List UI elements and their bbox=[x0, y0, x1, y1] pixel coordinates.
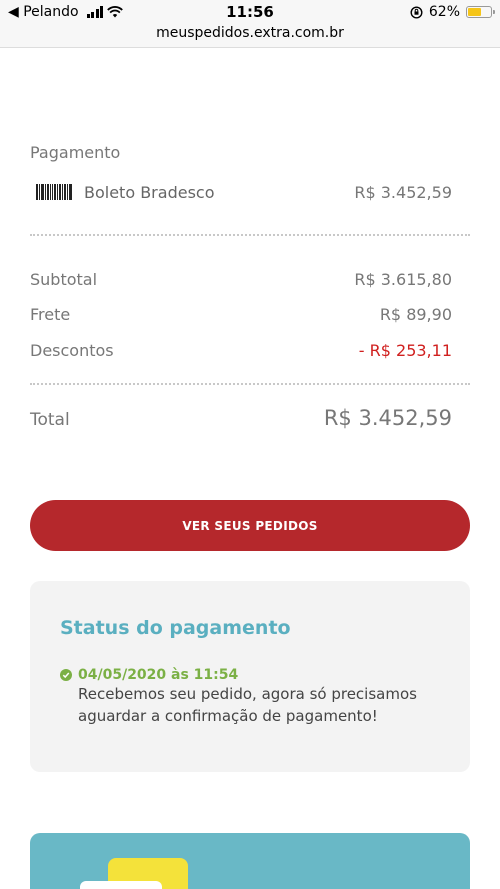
payment-section-label: Pagamento bbox=[30, 143, 121, 162]
payment-method-row: Boleto Bradesco R$ 3.452,59 bbox=[30, 181, 452, 203]
divider bbox=[30, 234, 470, 236]
ver-seus-pedidos-button[interactable]: VER SEUS PEDIDOS bbox=[30, 500, 470, 551]
battery-percent: 62% bbox=[428, 4, 460, 20]
check-circle-icon bbox=[60, 669, 72, 681]
url-text[interactable]: meuspedidos.extra.com.br bbox=[156, 25, 344, 41]
status-date: 04/05/2020 às 11:54 bbox=[78, 667, 239, 683]
divider bbox=[30, 383, 470, 385]
frete-row: Frete R$ 89,90 bbox=[30, 305, 452, 324]
payment-status-card: Status do pagamento 04/05/2020 às 11:54 … bbox=[30, 581, 470, 772]
promo-illustration-white bbox=[80, 881, 162, 889]
battery-icon bbox=[466, 6, 495, 18]
descontos-row: Descontos - R$ 253,11 bbox=[30, 341, 452, 360]
subtotal-row: Subtotal R$ 3.615,80 bbox=[30, 270, 452, 289]
subtotal-label: Subtotal bbox=[30, 270, 98, 289]
payment-method-name: Boleto Bradesco bbox=[84, 182, 215, 202]
total-value: R$ 3.452,59 bbox=[323, 406, 452, 430]
total-label: Total bbox=[30, 410, 70, 430]
ios-status-bar: ◀ Pelando 11:56 62% bbox=[0, 0, 500, 24]
promo-card[interactable] bbox=[30, 833, 470, 889]
status-title: Status do pagamento bbox=[60, 617, 291, 639]
subtotal-value: R$ 3.615,80 bbox=[354, 270, 452, 289]
total-row: Total R$ 3.452,59 bbox=[30, 406, 452, 430]
rotation-lock-icon bbox=[410, 5, 423, 19]
frete-label: Frete bbox=[30, 305, 71, 324]
frete-value: R$ 89,90 bbox=[379, 305, 452, 324]
status-date-row: 04/05/2020 às 11:54 bbox=[60, 667, 238, 683]
address-bar[interactable]: meuspedidos.extra.com.br bbox=[0, 24, 500, 48]
status-message: Recebemos seu pedido, agora só precisamo… bbox=[78, 685, 417, 725]
descontos-label: Descontos bbox=[30, 341, 114, 360]
barcode-icon bbox=[36, 184, 72, 200]
descontos-value: - R$ 253,11 bbox=[358, 341, 452, 360]
payment-amount: R$ 3.452,59 bbox=[354, 182, 452, 202]
